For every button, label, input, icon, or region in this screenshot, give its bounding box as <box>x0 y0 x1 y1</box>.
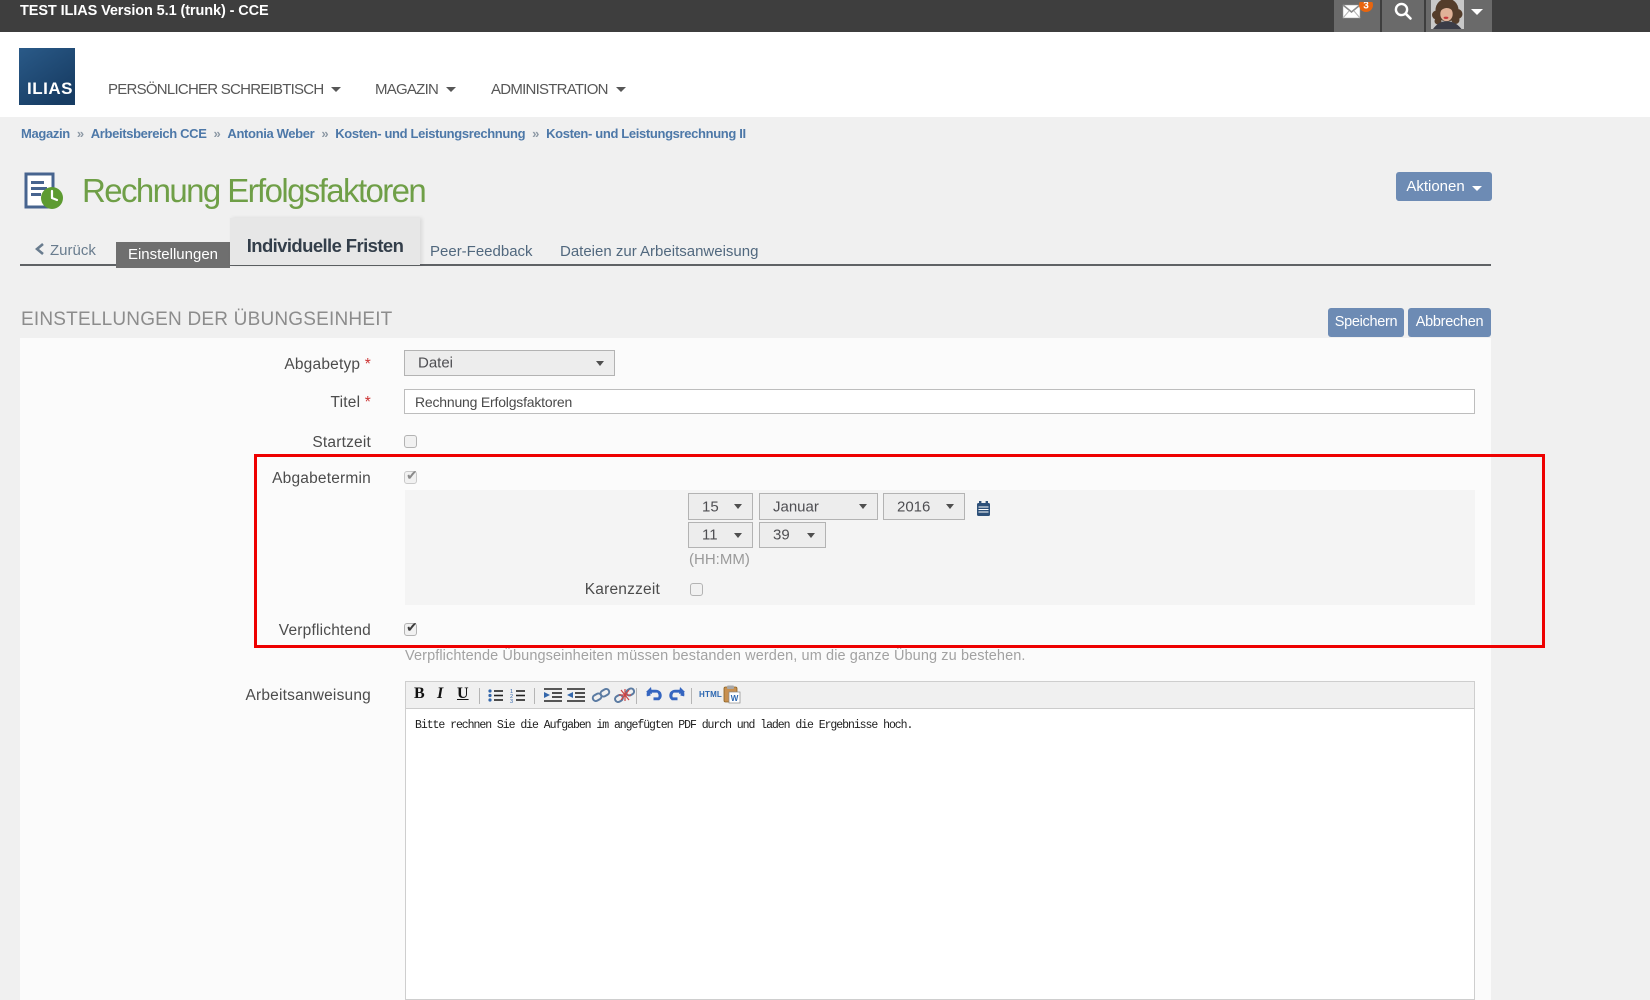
svg-text:W: W <box>731 694 739 703</box>
svg-text:3: 3 <box>510 699 513 705</box>
svg-text:3: 3 <box>1363 2 1369 12</box>
